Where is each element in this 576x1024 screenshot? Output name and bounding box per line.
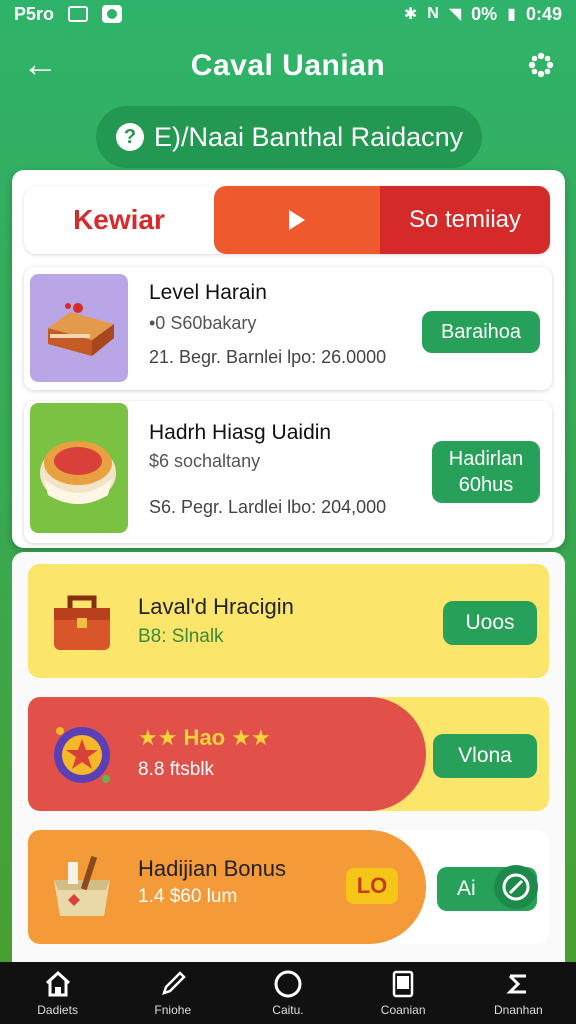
promo-button-label: Ai	[457, 877, 476, 900]
promo-subtitle: 1.4 $60 lum	[138, 886, 238, 907]
promo-banner[interactable]: ★★ Hao ★★ 8.8 ftsblk Vlona	[28, 697, 549, 811]
promo-banner[interactable]: Laval'd Hracigin B8: Slnalk Uoos	[28, 564, 549, 678]
item-action-button[interactable]: Baraihoa	[422, 311, 540, 353]
play-icon	[289, 210, 305, 230]
wifi-icon: ◥	[448, 6, 462, 23]
compass-icon[interactable]	[493, 864, 539, 910]
nav-label: Coanian	[380, 1003, 426, 1017]
promo-title: Hadijian Bonus	[138, 856, 286, 881]
promo-subtitle: B8: Slnalk	[138, 626, 224, 647]
tab-left[interactable]: Kewiar	[24, 186, 214, 254]
toolbox-icon	[54, 595, 110, 650]
home-icon	[45, 970, 70, 997]
nav-label: Fniohe	[154, 1003, 192, 1017]
nfc-icon: N	[427, 5, 439, 22]
nav-item-menu[interactable]: Dnanhan	[468, 969, 568, 1017]
item-name: Level Harain	[149, 281, 267, 304]
circle-icon	[274, 970, 302, 998]
gift-box-icon	[54, 855, 110, 916]
clock: 0:49	[525, 3, 562, 24]
list-item[interactable]: Hadrh Hiasg Uaidin $6 sochaltany S6. Peg…	[24, 401, 552, 543]
settings-icon[interactable]	[528, 52, 554, 78]
item-subtitle: $6 sochaltany	[149, 451, 261, 471]
tab-play[interactable]	[214, 186, 380, 254]
bottom-nav: Dadiets Fniohe Caitu. Coanian Dnanhan	[0, 962, 576, 1024]
item-subtitle: •0 S60bakary	[149, 313, 257, 333]
nav-label: Caitu.	[272, 1003, 304, 1017]
item-meta: 21. Begr. Barnlei lpo: 26.0000	[149, 347, 387, 367]
battery-icon: ▮	[507, 6, 516, 23]
app-bar: ← Caval Uanian	[0, 36, 576, 96]
promo-button[interactable]: Vlona	[433, 734, 537, 778]
info-pill-text: E)/Naai Banthal Raidacny	[154, 121, 464, 152]
status-bar: P5ro ✱ N ◥ 0% ▮ 0:49	[0, 0, 576, 28]
menu-icon	[506, 974, 527, 994]
promos-card: Laval'd Hracigin B8: Slnalk Uoos ★★ Hao …	[12, 552, 565, 962]
page-title: Caval Uanian	[190, 49, 386, 82]
offers-card: Kewiar So temiiay Level Harain •0 S60bak…	[12, 170, 565, 548]
camera-icon	[102, 5, 123, 23]
nav-label: Dadiets	[37, 1003, 78, 1017]
bluetooth-icon: ✱	[403, 6, 418, 23]
nav-item-center[interactable]: Caitu.	[238, 969, 338, 1017]
battery-text: 0%	[471, 3, 498, 24]
item-meta: S6. Pegr. Lardlei lbo: 204,000	[149, 497, 387, 517]
item-name: Hadrh Hiasg Uaidin	[149, 421, 332, 444]
nav-item-home[interactable]: Dadiets	[8, 969, 108, 1017]
promo-button[interactable]: Uoos	[443, 601, 537, 645]
promo-title: Laval'd Hracigin	[138, 594, 294, 619]
carrier-text: P5ro	[14, 3, 55, 24]
nav-item-edit[interactable]: Fniohe	[123, 969, 223, 1017]
cake-icon	[30, 274, 128, 382]
nav-label: Dnanhan	[493, 1003, 543, 1017]
promo-badge: LO	[346, 868, 398, 904]
promo-banner[interactable]: Hadijian Bonus 1.4 $60 lum LO Ai	[28, 830, 549, 944]
notification-icon	[68, 6, 89, 22]
tab-bar: Kewiar So temiiay	[24, 186, 550, 254]
promo-title: ★★ Hao ★★	[138, 725, 271, 750]
nav-item-tablet[interactable]: Coanian	[353, 969, 453, 1017]
tab-right[interactable]: So temiiay	[380, 186, 550, 254]
pencil-icon	[161, 971, 186, 995]
star-badge-icon	[54, 727, 110, 783]
info-pill[interactable]: ? E)/Naai Banthal Raidacny	[96, 106, 482, 168]
promo-subtitle: 8.8 ftsblk	[138, 759, 215, 780]
tablet-icon	[392, 970, 414, 998]
list-item[interactable]: Level Harain •0 S60bakary 21. Begr. Barn…	[24, 267, 552, 390]
back-arrow-icon[interactable]: ←	[22, 46, 58, 82]
item-action-button[interactable]: Hadirlan 60hus	[432, 441, 540, 503]
pastry-icon	[30, 403, 128, 533]
help-icon: ?	[116, 123, 144, 151]
